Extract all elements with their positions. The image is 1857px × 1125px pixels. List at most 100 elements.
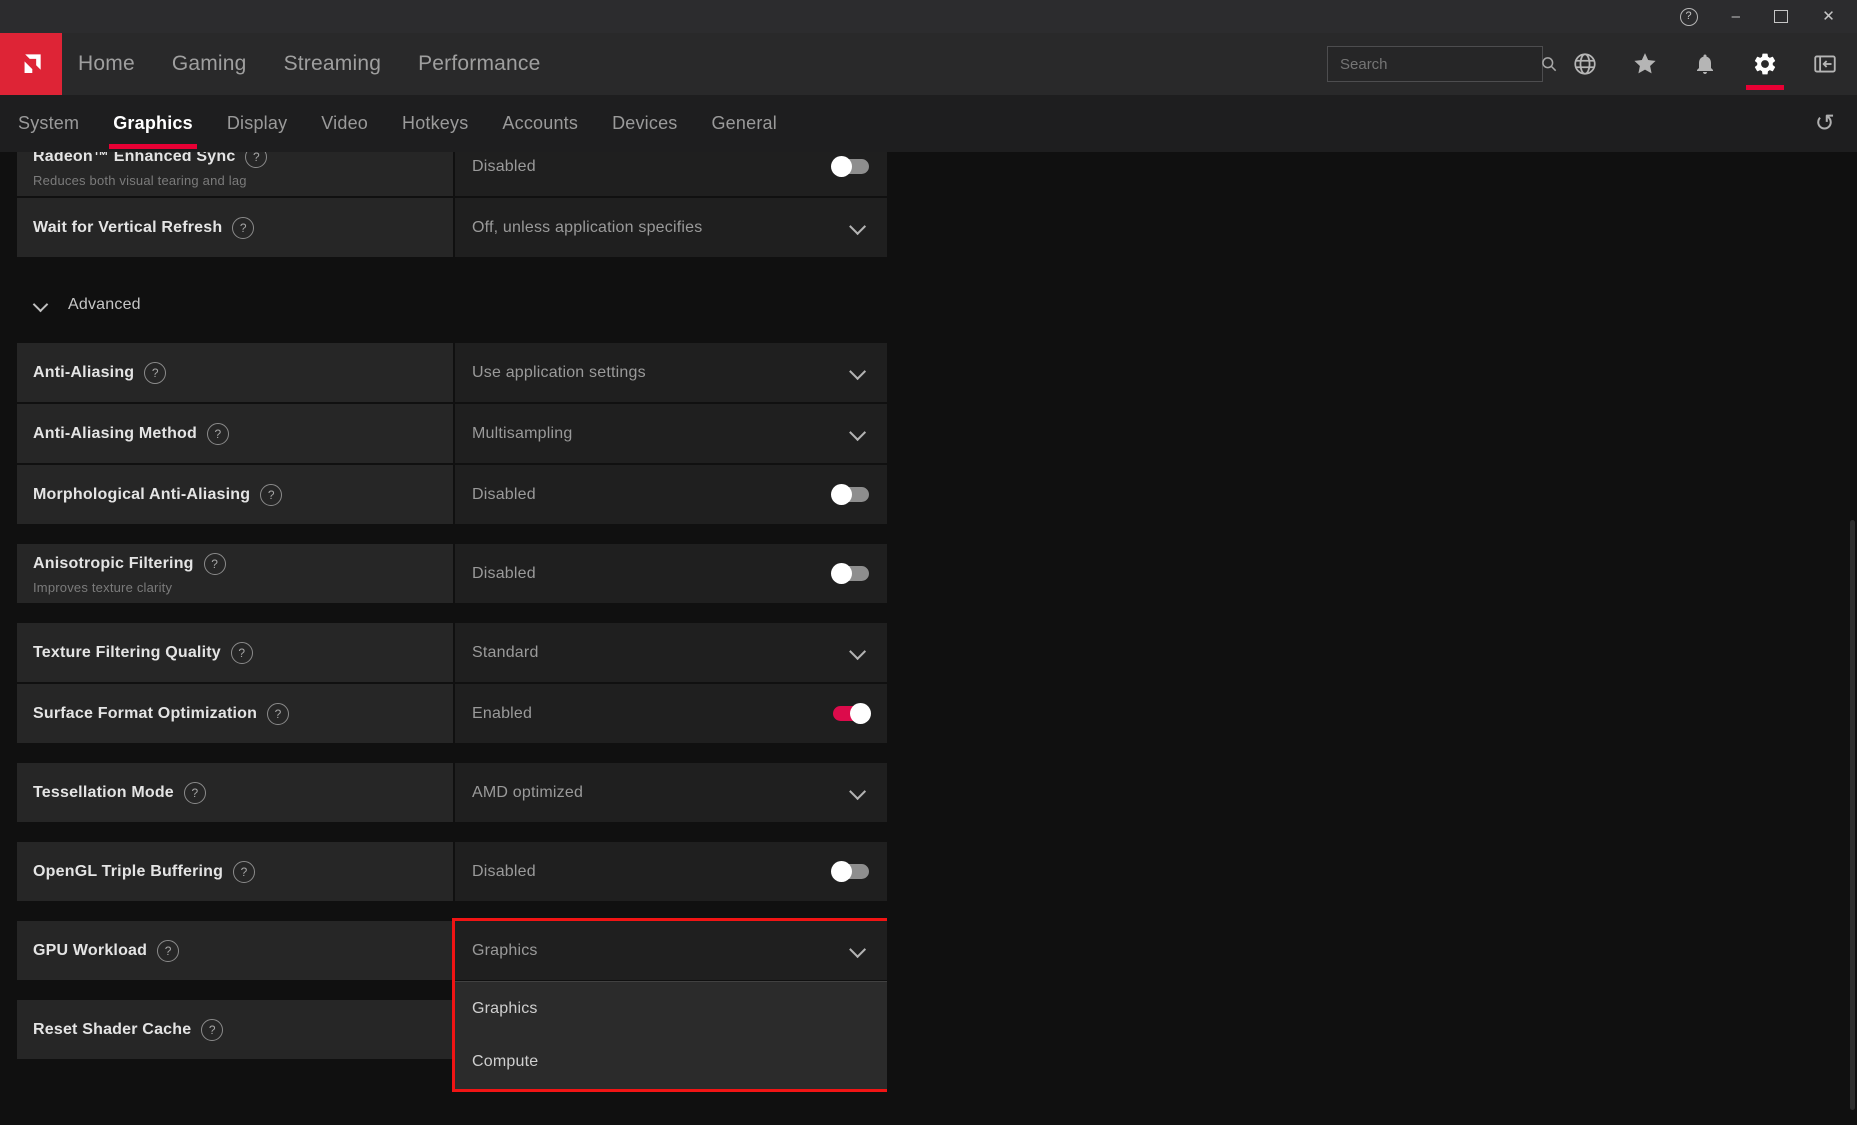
help-icon[interactable]: ? xyxy=(267,703,289,725)
help-icon[interactable]: ? xyxy=(232,217,254,239)
setting-value-cell[interactable]: Disabled xyxy=(455,842,887,901)
setting-label-cell: Surface Format Optimization? xyxy=(17,684,453,743)
toggle-switch[interactable] xyxy=(833,706,869,721)
setting-value-cell[interactable]: Disabled xyxy=(455,465,887,524)
subnav-tab-display[interactable]: Display xyxy=(227,111,287,136)
chevron-down-icon[interactable] xyxy=(849,218,866,235)
setting-label-cell: Tessellation Mode? xyxy=(17,763,453,822)
help-icon[interactable]: ? xyxy=(157,940,179,962)
setting-label-cell: Reset Shader Cache? xyxy=(17,1000,453,1059)
toggle-switch[interactable] xyxy=(833,566,869,581)
globe-icon[interactable] xyxy=(1571,50,1599,78)
toggle-switch[interactable] xyxy=(833,487,869,502)
setting-label-line: Anti-Aliasing? xyxy=(33,362,439,384)
help-icon[interactable]: ? xyxy=(201,1019,223,1041)
settings-row: Anisotropic Filtering?Improves texture c… xyxy=(17,544,887,603)
setting-label: Texture Filtering Quality xyxy=(33,644,221,662)
dropdown-option-graphics[interactable]: Graphics xyxy=(455,982,887,1036)
toggle-knob xyxy=(831,861,852,882)
search-box[interactable] xyxy=(1327,46,1543,82)
setting-value-cell[interactable]: Disabled xyxy=(455,544,887,603)
section-header-advanced[interactable]: Advanced xyxy=(17,277,887,333)
settings-group: Tessellation Mode?AMD optimized xyxy=(17,763,887,822)
setting-label-line: GPU Workload? xyxy=(33,940,439,962)
amd-logo[interactable] xyxy=(0,33,62,95)
setting-label: Tessellation Mode xyxy=(33,784,174,802)
subnav-tab-video[interactable]: Video xyxy=(321,111,368,136)
setting-value-cell[interactable]: GraphicsGraphicsCompute xyxy=(455,921,887,980)
help-icon[interactable]: ? xyxy=(207,423,229,445)
setting-value-cell[interactable]: Multisampling xyxy=(455,404,887,463)
maximize-icon[interactable] xyxy=(1774,10,1788,23)
help-icon[interactable]: ? xyxy=(144,362,166,384)
star-icon[interactable] xyxy=(1631,50,1659,78)
setting-value-cell[interactable]: AMD optimized xyxy=(455,763,887,822)
dropdown-option-compute[interactable]: Compute xyxy=(455,1036,887,1090)
setting-label: Anti-Aliasing Method xyxy=(33,425,197,443)
search-input[interactable] xyxy=(1328,56,1539,73)
settings-group: Anisotropic Filtering?Improves texture c… xyxy=(17,544,887,603)
help-icon[interactable]: ? xyxy=(204,553,226,575)
subnav-tab-graphics[interactable]: Graphics xyxy=(113,111,193,136)
chevron-down-icon[interactable] xyxy=(849,783,866,800)
subnav-tab-hotkeys[interactable]: Hotkeys xyxy=(402,111,468,136)
help-icon[interactable]: ? xyxy=(233,861,255,883)
setting-label-line: Texture Filtering Quality? xyxy=(33,642,439,664)
setting-label: Radeon™ Enhanced Sync xyxy=(33,152,235,166)
chevron-down-icon[interactable] xyxy=(849,363,866,380)
chevron-down-icon[interactable] xyxy=(849,941,866,958)
settings-row: Surface Format Optimization? Enabled xyxy=(17,684,887,743)
help-icon[interactable]: ? xyxy=(245,152,267,168)
setting-label-line: Anisotropic Filtering? xyxy=(33,553,439,575)
subnav-tab-devices[interactable]: Devices xyxy=(612,111,677,136)
help-icon[interactable]: ? xyxy=(231,642,253,664)
restore-defaults-icon[interactable]: ↺ xyxy=(1815,112,1835,136)
subnav-tab-accounts[interactable]: Accounts xyxy=(502,111,578,136)
nav-tab-gaming[interactable]: Gaming xyxy=(172,52,247,76)
setting-label-line: OpenGL Triple Buffering? xyxy=(33,861,439,883)
minimize-icon[interactable]: – xyxy=(1732,9,1741,24)
gear-icon[interactable] xyxy=(1751,50,1779,78)
radeon-settings-window: ? – ✕ Home Gaming Streaming Performance xyxy=(0,0,1857,1125)
settings-list: Radeon™ Enhanced Sync?Reduces both visua… xyxy=(17,152,887,1125)
toggle-switch[interactable] xyxy=(833,864,869,879)
settings-group: OpenGL Triple Buffering? Disabled xyxy=(17,842,887,901)
nav-tab-home[interactable]: Home xyxy=(78,52,135,76)
setting-value: Graphics xyxy=(472,942,538,960)
collapse-panel-icon[interactable] xyxy=(1811,50,1839,78)
settings-row: Morphological Anti-Aliasing?Disabled xyxy=(17,465,887,524)
setting-label: Wait for Vertical Refresh xyxy=(33,219,222,237)
setting-value-cell[interactable]: Off, unless application specifies xyxy=(455,198,887,257)
setting-label-line: Anti-Aliasing Method? xyxy=(33,423,439,445)
help-icon[interactable]: ? xyxy=(1680,8,1698,26)
search-icon[interactable] xyxy=(1539,54,1559,74)
setting-value: Disabled xyxy=(472,565,536,583)
chevron-down-icon[interactable] xyxy=(849,643,866,660)
close-icon[interactable]: ✕ xyxy=(1822,9,1835,24)
nav-tab-streaming[interactable]: Streaming xyxy=(284,52,382,76)
setting-label-line: Surface Format Optimization? xyxy=(33,703,439,725)
chevron-down-icon[interactable] xyxy=(849,424,866,441)
setting-label-line: Radeon™ Enhanced Sync? xyxy=(33,152,439,168)
section-header-label: Advanced xyxy=(68,296,141,314)
settings-row: GPU Workload? GraphicsGraphicsCompute xyxy=(17,921,887,980)
setting-label-cell: Radeon™ Enhanced Sync?Reduces both visua… xyxy=(17,152,453,196)
settings-row: Radeon™ Enhanced Sync?Reduces both visua… xyxy=(17,152,887,196)
setting-value-cell[interactable]: Standard xyxy=(455,623,887,682)
subnav-tab-general[interactable]: General xyxy=(711,111,776,136)
help-icon[interactable]: ? xyxy=(260,484,282,506)
settings-row: Texture Filtering Quality? Standard xyxy=(17,623,887,682)
toggle-switch[interactable] xyxy=(833,159,869,174)
subnav-tab-system[interactable]: System xyxy=(18,111,79,136)
toggle-knob xyxy=(831,563,852,584)
setting-value-cell[interactable]: Use application settings xyxy=(455,343,887,402)
setting-value-cell[interactable]: Disabled xyxy=(455,152,887,196)
setting-label: GPU Workload xyxy=(33,942,147,960)
nav-tab-performance[interactable]: Performance xyxy=(418,52,540,76)
setting-value-cell[interactable]: Enabled xyxy=(455,684,887,743)
bell-icon[interactable] xyxy=(1691,50,1719,78)
setting-value: Disabled xyxy=(472,158,536,176)
help-icon[interactable]: ? xyxy=(184,782,206,804)
scrollbar-thumb[interactable] xyxy=(1850,520,1855,1110)
setting-value: Disabled xyxy=(472,486,536,504)
